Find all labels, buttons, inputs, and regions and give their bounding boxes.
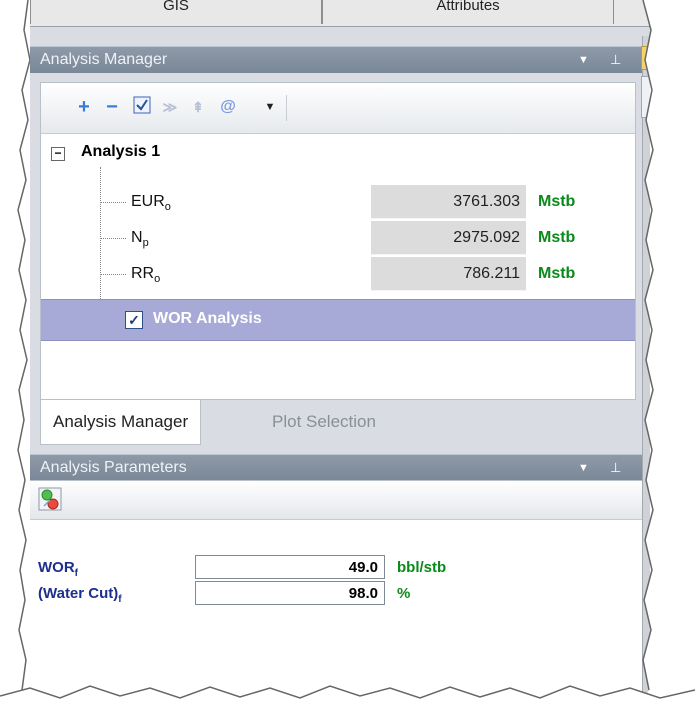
tree-item-wor-analysis[interactable]: ✓ WOR Analysis: [41, 299, 635, 341]
analysis-manager-panel: + − ≫ ⇞ @ ▼ − Analysis 1 EURo 3761.303 M…: [40, 82, 636, 400]
tab-plot-selection[interactable]: Plot Selection: [260, 400, 388, 444]
dropdown-arrow-icon[interactable]: ▼: [259, 96, 281, 118]
property-row-np: Np 2975.092 Mstb: [41, 221, 635, 257]
pin-icon[interactable]: ⊥: [610, 455, 621, 481]
tree-root-analysis[interactable]: − Analysis 1: [51, 143, 160, 167]
property-unit: Mstb: [538, 265, 576, 282]
analysis-toolbar: + − ≫ ⇞ @ ▼: [41, 83, 635, 134]
toolbar-divider: [286, 95, 287, 121]
collapse-toggle[interactable]: −: [51, 147, 65, 161]
parameter-tool-icon[interactable]: [38, 487, 62, 511]
param-label: WORf: [38, 559, 79, 579]
param-label: (Water Cut)f: [38, 585, 122, 605]
property-label: EURo: [131, 193, 171, 214]
dropdown-arrow-icon[interactable]: ▼: [578, 47, 589, 73]
analysis-parameters-header: Analysis Parameters ▼ ⊥: [30, 454, 642, 481]
wor-analysis-checkbox[interactable]: ✓: [125, 311, 143, 329]
check-icon[interactable]: [131, 96, 153, 118]
param-row-wor: WORf 49.0 bbl/stb: [30, 555, 642, 581]
property-value[interactable]: 786.211: [371, 257, 526, 291]
add-icon[interactable]: +: [73, 96, 95, 118]
property-unit: Mstb: [538, 193, 576, 210]
panel-tab-strip: Analysis Manager Plot Selection: [40, 400, 634, 445]
analysis-manager-header: Analysis Manager ▼ ⊥: [30, 46, 642, 73]
tree-connector: [100, 202, 126, 203]
property-value[interactable]: 2975.092: [371, 221, 526, 255]
param-unit: %: [397, 585, 411, 602]
tree-connector: [100, 238, 126, 239]
property-row-rr: RRo 786.211 Mstb: [41, 257, 635, 293]
app-window: GIS Attributes Analysis Manager ▼ ⊥ + − …: [30, 0, 650, 695]
analysis-parameters-panel: WORf 49.0 bbl/stb (Water Cut)f 98.0 %: [30, 480, 642, 695]
dropdown-arrow-icon[interactable]: ▼: [578, 455, 589, 481]
tab-gis[interactable]: GIS: [30, 0, 322, 24]
torn-edge-right: [635, 0, 695, 716]
wor-analysis-label: WOR Analysis: [153, 310, 262, 327]
property-value[interactable]: 3761.303: [371, 185, 526, 219]
tab-attributes[interactable]: Attributes: [322, 0, 614, 24]
param-unit: bbl/stb: [397, 559, 447, 576]
collapse-up-icon[interactable]: ⇞: [187, 96, 209, 118]
property-unit: Mstb: [538, 229, 576, 246]
water-cut-input[interactable]: 98.0: [195, 581, 385, 605]
expand-down-icon[interactable]: ≫: [159, 96, 181, 118]
wor-input[interactable]: 49.0: [195, 555, 385, 579]
analysis-manager-title: Analysis Manager: [40, 51, 168, 68]
top-tab-strip: GIS Attributes: [30, 0, 650, 27]
property-label: Np: [131, 229, 149, 250]
param-row-water-cut: (Water Cut)f 98.0 %: [30, 581, 642, 607]
parameters-toolbar: [30, 481, 642, 520]
tree-connector: [100, 274, 126, 275]
property-label: RRo: [131, 265, 161, 286]
tree-root-label: Analysis 1: [81, 143, 161, 160]
torn-edge-bottom: [0, 685, 695, 716]
property-row-eur: EURo 3761.303 Mstb: [41, 185, 635, 221]
remove-icon[interactable]: −: [101, 96, 123, 118]
pin-icon[interactable]: ⊥: [610, 47, 621, 73]
analysis-parameters-title: Analysis Parameters: [40, 459, 187, 476]
tab-analysis-manager[interactable]: Analysis Manager: [40, 400, 202, 445]
at-icon[interactable]: @: [217, 96, 239, 118]
